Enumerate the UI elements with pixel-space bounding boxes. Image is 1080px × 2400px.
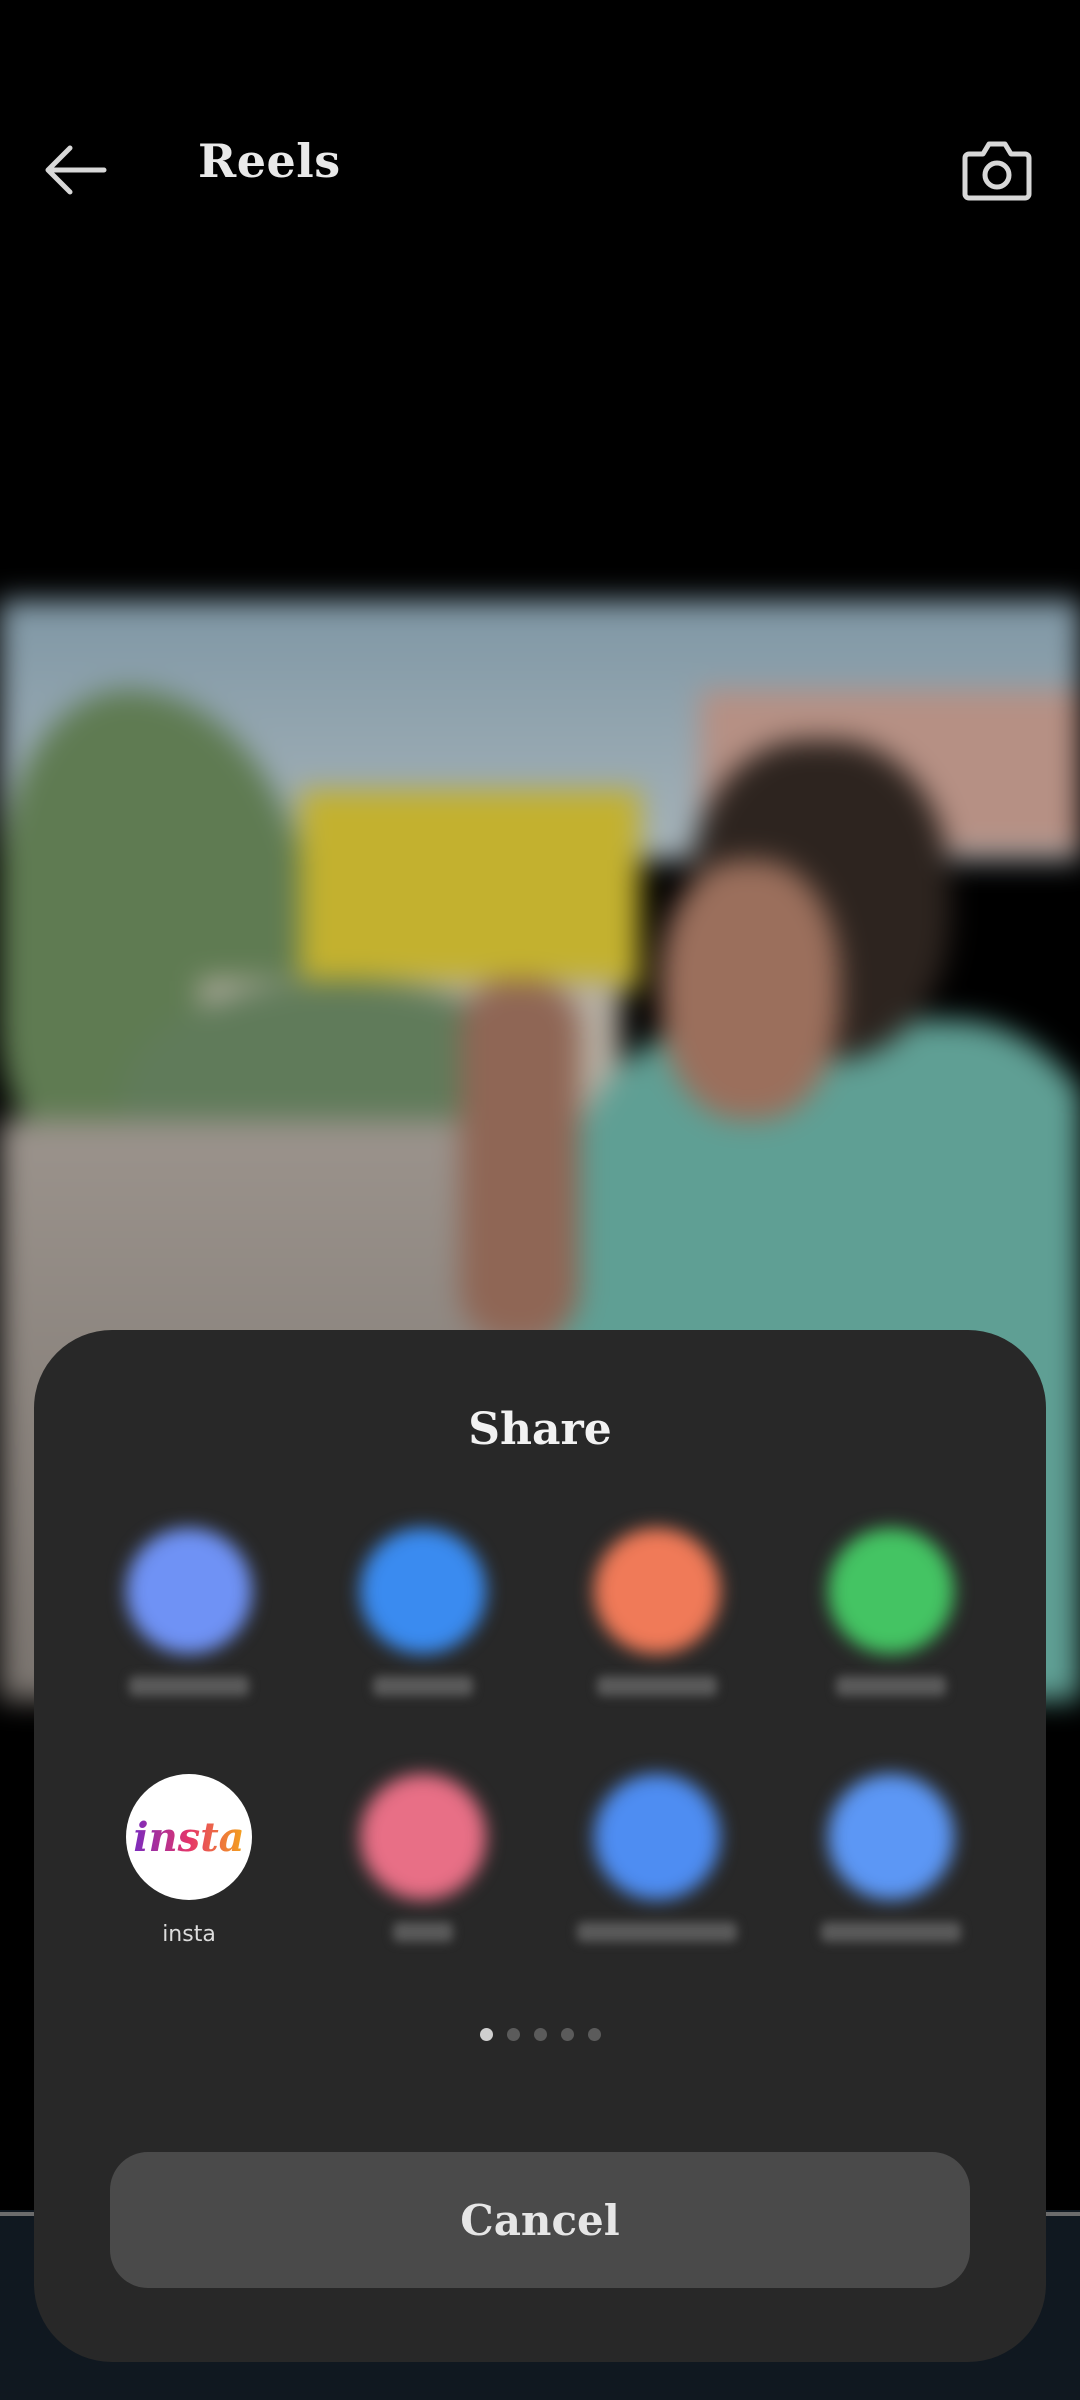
share-app-7[interactable] [547,1774,767,1994]
share-app-2[interactable] [313,1528,533,1748]
camera-button[interactable] [955,128,1039,212]
app-icon [828,1528,954,1654]
share-sheet: Share insta insta Cancel [34,1330,1046,2362]
insta-app-icon: insta [126,1774,252,1900]
share-app-insta[interactable]: insta insta [79,1774,299,1994]
share-title: Share [468,1404,612,1455]
app-label [597,1676,717,1696]
app-icon [594,1528,720,1654]
page-title: Reels [198,134,341,188]
page-dot [506,2028,520,2041]
share-app-6[interactable] [313,1774,533,1994]
share-app-1[interactable] [79,1528,299,1748]
app-icon [360,1528,486,1654]
app-label [836,1676,946,1696]
cancel-button[interactable]: Cancel [110,2152,970,2288]
page-dot [560,2028,574,2041]
app-icon [360,1774,486,1900]
app-label [129,1676,249,1696]
arrow-left-icon [45,145,107,195]
page-dot-active [479,2028,493,2041]
back-button[interactable] [36,130,116,210]
insta-logo: insta [133,1813,245,1861]
app-label [577,1922,737,1942]
camera-icon [962,141,1032,201]
reels-screen: Reels Share insta insta Cancel [0,0,1080,2400]
app-label [393,1922,453,1942]
share-app-3[interactable] [547,1528,767,1748]
app-label-insta: insta [162,1922,216,1947]
page-dot [587,2028,601,2041]
share-app-8[interactable] [781,1774,1001,1994]
top-bar: Reels [0,0,1080,340]
app-label [373,1676,473,1696]
app-icon [828,1774,954,1900]
app-icon [126,1528,252,1654]
page-indicator [34,2028,1046,2041]
app-icon [594,1774,720,1900]
page-dot [533,2028,547,2041]
share-app-4[interactable] [781,1528,1001,1748]
app-label [821,1922,961,1942]
